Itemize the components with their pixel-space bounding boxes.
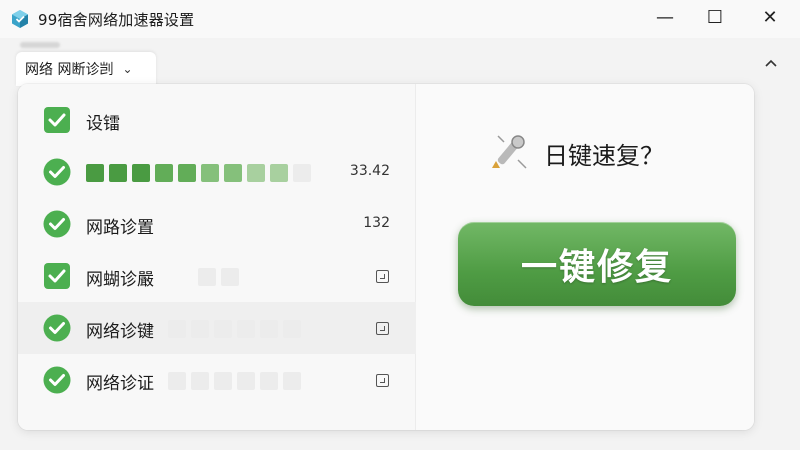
collapse-icon[interactable] [758,50,784,76]
maximize-button[interactable]: ☐ [690,0,740,34]
tab-row: 网络 网断诊剀 ⌄ [0,38,800,86]
row-label: 设镭 [86,114,120,134]
expand-icon[interactable] [376,270,389,283]
main-panel: 设镭 33.42 网路诊置 132 网蝴诊嚴 网络诊键 网络诊证 日键速复？ 一… [18,84,754,430]
placeholder-segment [260,320,278,338]
diagnostic-row[interactable]: 33.42 [18,146,416,198]
placeholder-segment [168,320,186,338]
wrench-icon [492,135,527,169]
row-label: 网蝴诊嚴 [86,270,154,290]
title-bar: 99宿舍网络加速器设置 — ☐ ✕ [0,0,800,38]
diagnostics-list: 设镭 33.42 网路诊置 132 网蝴诊嚴 网络诊键 网络诊证 [18,84,416,430]
row-value: 33.42 [349,163,390,179]
quick-fix-title: 日键速复？ [544,142,664,170]
progress-segment [270,164,288,182]
network-diagnosis-dropdown[interactable]: 网络 网断诊剀 ⌄ [16,52,156,86]
expand-icon[interactable] [376,322,389,335]
diagnostic-row[interactable]: 网络诊键 [18,302,416,354]
app-cube-icon [12,10,28,28]
placeholder-segment [237,320,255,338]
check-square-icon [44,107,70,133]
dropdown-label: 网络 网断诊剀 [25,62,114,78]
placeholder-segment [283,372,301,390]
quick-fix-pane: 日键速复？ 一键修复 [416,84,754,430]
placeholder-segment [168,372,186,390]
placeholder-segment [191,372,209,390]
expand-icon[interactable] [376,374,389,387]
placeholder-bar [168,320,301,338]
ghost-tab [20,42,60,48]
placeholder-segment [260,372,278,390]
check-square-icon [44,263,70,289]
placeholder-segment [214,372,232,390]
placeholder-bar [168,372,301,390]
progress-segment [293,164,311,182]
progress-segment [178,164,196,182]
placeholder-segment [283,320,301,338]
diagnostic-row[interactable]: 网蝴诊嚴 [18,250,416,302]
placeholder-segment [191,320,209,338]
check-circle-icon [43,366,71,394]
placeholder-segment [237,372,255,390]
minimize-button[interactable]: — [640,0,690,34]
progress-segment [247,164,265,182]
progress-segment [132,164,150,182]
placeholder-segment [214,320,232,338]
progress-segment [155,164,173,182]
diagnostic-row[interactable]: 网路诊置 132 [18,198,416,250]
progress-segment [109,164,127,182]
check-circle-icon [43,314,71,342]
close-button[interactable]: ✕ [745,0,795,34]
one-click-repair-button[interactable]: 一键修复 [458,222,736,306]
placeholder-segment [198,268,216,286]
row-label: 网络诊键 [86,322,154,342]
diagnostic-row[interactable]: 设镭 [18,94,416,146]
chevron-down-icon: ⌄ [122,62,133,76]
progress-segment [201,164,219,182]
check-circle-icon [43,210,71,238]
progress-segment [224,164,242,182]
placeholder-segment [221,268,239,286]
placeholder-bar [198,268,239,286]
check-circle-icon [43,158,71,186]
row-label: 网路诊置 [86,218,154,238]
progress-segment [86,164,104,182]
row-label: 网络诊证 [86,374,154,394]
row-value: 132 [363,215,390,231]
window-title: 99宿舍网络加速器设置 [38,11,195,29]
diagnostic-row[interactable]: 网络诊证 [18,354,416,406]
progress-bar [86,164,311,182]
